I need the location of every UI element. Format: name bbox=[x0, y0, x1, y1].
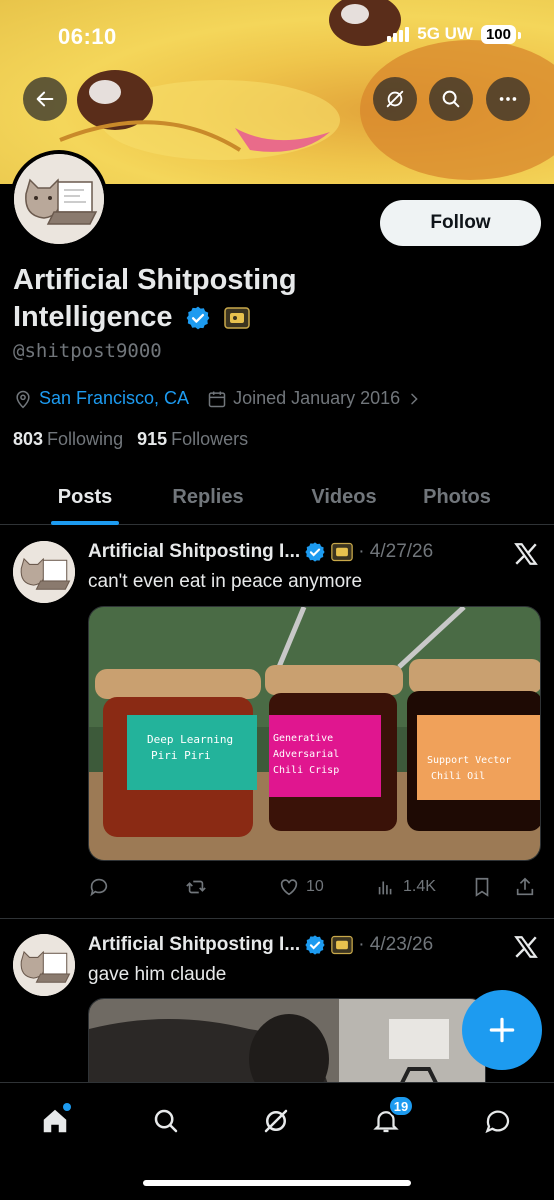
follow-button[interactable]: Follow bbox=[380, 200, 541, 246]
post-image[interactable] bbox=[88, 998, 486, 1082]
avatar bbox=[14, 154, 104, 244]
dog-photo bbox=[89, 999, 485, 1082]
cat-laptop-illustration bbox=[14, 154, 104, 244]
following-label: Following bbox=[47, 429, 124, 449]
search-button[interactable] bbox=[429, 77, 473, 121]
jar-label: Deep Learning bbox=[147, 733, 233, 746]
compose-post-button[interactable] bbox=[462, 990, 542, 1070]
affiliate-badge-icon bbox=[331, 542, 353, 562]
reply-icon bbox=[90, 878, 108, 897]
tab-videos[interactable]: Videos bbox=[246, 470, 442, 525]
display-name-text: Artificial Shitposting Intelligence bbox=[13, 264, 297, 333]
grok-icon bbox=[264, 1109, 288, 1133]
more-button[interactable] bbox=[486, 77, 530, 121]
followers-label: Followers bbox=[171, 429, 249, 449]
back-button[interactable] bbox=[23, 77, 67, 121]
nav-messages[interactable] bbox=[478, 1101, 518, 1141]
jar-label: Piri Piri bbox=[151, 749, 211, 762]
x-logo-icon bbox=[514, 543, 538, 565]
search-icon bbox=[154, 1109, 178, 1133]
calendar-icon bbox=[208, 391, 226, 407]
affiliate-badge-icon[interactable] bbox=[223, 305, 251, 331]
plus-icon bbox=[489, 1017, 515, 1043]
nav-home[interactable] bbox=[35, 1101, 75, 1141]
profile-display-name: Artificial Shitposting Intelligence bbox=[13, 262, 373, 336]
reply-button[interactable] bbox=[88, 876, 110, 898]
grok-button[interactable] bbox=[373, 77, 417, 121]
follow-counts: 803 Following 915 Followers bbox=[13, 429, 248, 450]
home-indicator bbox=[143, 1180, 411, 1186]
share-icon bbox=[516, 877, 534, 896]
views-button[interactable]: 1.4K bbox=[375, 876, 436, 898]
chevron-right-icon[interactable] bbox=[406, 391, 422, 407]
repost-icon bbox=[186, 880, 206, 894]
views-chart-icon bbox=[378, 881, 392, 895]
verified-badge-icon bbox=[305, 935, 325, 955]
following-count: 803 bbox=[13, 429, 44, 449]
affiliate-badge-icon bbox=[331, 935, 353, 955]
notifications-badge: 19 bbox=[388, 1095, 414, 1117]
jar-label: Adversarial bbox=[273, 749, 339, 760]
unread-dot bbox=[63, 1103, 71, 1111]
followers-count: 915 bbox=[137, 429, 168, 449]
profile-handle: @shitpost9000 bbox=[13, 340, 162, 362]
chat-bubble-icon bbox=[485, 1110, 510, 1134]
jar-label: Generative bbox=[273, 733, 333, 744]
like-count: 10 bbox=[306, 878, 324, 895]
grok-icon bbox=[386, 90, 404, 108]
signal-icon bbox=[387, 26, 410, 42]
post-date: · 4/23/26 bbox=[358, 934, 434, 955]
post-actions: 10 1.4K bbox=[88, 876, 543, 902]
bookmark-icon bbox=[475, 877, 489, 897]
share-button[interactable] bbox=[514, 876, 536, 898]
followers-link[interactable]: 915 Followers bbox=[137, 429, 248, 450]
chili-jars-photo: Deep Learning Piri Piri Generative Adver… bbox=[89, 607, 540, 860]
profile-tabs: Posts Replies Videos Photos bbox=[0, 470, 554, 525]
bookmark-button[interactable] bbox=[471, 876, 493, 898]
post-image[interactable]: Deep Learning Piri Piri Generative Adver… bbox=[88, 606, 541, 861]
nav-notifications[interactable]: 19 bbox=[366, 1095, 414, 1141]
cat-laptop-illustration bbox=[13, 541, 75, 603]
post-header: Artificial Shitposting I... · 4/27/26 bbox=[88, 541, 433, 563]
jar-label: Chili Crisp bbox=[273, 765, 339, 776]
view-count: 1.4K bbox=[403, 878, 436, 895]
tab-replies[interactable]: Replies bbox=[170, 470, 246, 525]
x-logo-icon bbox=[514, 936, 538, 958]
status-time: 06:10 bbox=[58, 24, 117, 49]
search-icon bbox=[442, 90, 460, 108]
post-header: Artificial Shitposting I... · 4/23/26 bbox=[88, 934, 433, 956]
profile-joined: Joined January 2016 bbox=[233, 388, 401, 408]
profile-meta: San Francisco, CA Joined January 2016 bbox=[13, 388, 422, 409]
nav-search[interactable] bbox=[146, 1101, 186, 1141]
jar-label: Chili Oil bbox=[431, 771, 485, 782]
post-item[interactable]: Artificial Shitposting I... · 4/27/26 ca… bbox=[0, 541, 554, 911]
battery-icon: 100 bbox=[480, 24, 522, 44]
repost-button[interactable] bbox=[185, 876, 207, 898]
cat-laptop-illustration bbox=[13, 934, 75, 996]
post-text: gave him claude bbox=[88, 964, 227, 985]
post-author[interactable]: Artificial Shitposting I... bbox=[88, 934, 300, 956]
post-text: can't even eat in peace anymore bbox=[88, 571, 363, 592]
like-button[interactable]: 10 bbox=[278, 876, 324, 898]
post-divider bbox=[0, 918, 554, 919]
post-date: · 4/27/26 bbox=[358, 541, 434, 562]
following-link[interactable]: 803 Following bbox=[13, 429, 123, 450]
location-pin-icon bbox=[16, 390, 30, 408]
post-author[interactable]: Artificial Shitposting I... bbox=[88, 541, 300, 563]
network-type: 5G UW bbox=[417, 24, 473, 43]
verified-badge-icon bbox=[305, 542, 325, 562]
heart-icon bbox=[280, 879, 298, 896]
status-indicators: 5G UW 100 bbox=[387, 24, 522, 44]
verified-badge-icon[interactable] bbox=[185, 305, 211, 331]
jar-label: Support Vector bbox=[427, 755, 511, 766]
tab-posts[interactable]: Posts bbox=[0, 470, 170, 525]
arrow-left-icon bbox=[36, 91, 54, 107]
nav-grok[interactable] bbox=[256, 1101, 296, 1141]
profile-avatar[interactable] bbox=[10, 150, 108, 248]
post-avatar[interactable] bbox=[13, 541, 75, 603]
profile-location-link[interactable]: San Francisco, CA bbox=[39, 388, 189, 409]
tab-photos[interactable]: Photos bbox=[423, 470, 491, 525]
more-horizontal-icon bbox=[499, 97, 517, 101]
post-avatar[interactable] bbox=[13, 934, 75, 996]
